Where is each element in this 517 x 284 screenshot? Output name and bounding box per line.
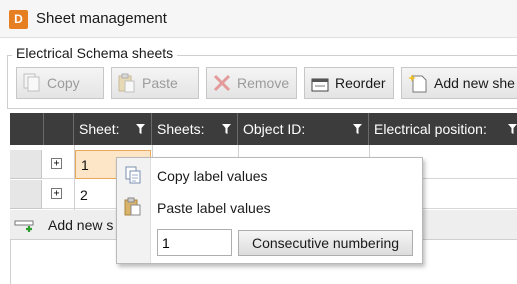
remove-label: Remove <box>237 75 290 91</box>
reorder-icon <box>311 78 329 92</box>
remove-button[interactable]: Remove <box>206 67 297 99</box>
add-new-sheet-button[interactable]: Add new she <box>401 67 517 99</box>
column-header-label: Electrical position: <box>374 121 487 137</box>
filter-icon[interactable] <box>353 124 362 134</box>
reorder-button[interactable]: Reorder <box>304 67 394 99</box>
add-new-sheet-label: Add new she <box>434 75 515 91</box>
window-title: Sheet management <box>36 10 167 27</box>
column-header-object-id[interactable]: Object ID: <box>238 113 369 145</box>
add-row-icon <box>14 220 34 232</box>
consecutive-numbering-button[interactable]: Consecutive numbering <box>238 230 413 256</box>
app-icon: D <box>9 10 28 29</box>
paste-label-values-item[interactable]: Paste label values <box>157 200 271 216</box>
paste-label: Paste <box>142 75 178 91</box>
copy-icon <box>125 166 141 184</box>
remove-icon <box>213 74 231 92</box>
start-number-input[interactable] <box>157 229 232 256</box>
paste-icon <box>118 73 135 93</box>
column-header-sheets[interactable]: Sheets: <box>152 113 238 145</box>
column-header-label: Sheets: <box>157 121 205 137</box>
group-label: Electrical Schema sheets <box>12 45 178 61</box>
copy-button[interactable]: Copy <box>16 67 104 99</box>
expand-icon[interactable]: + <box>51 158 62 169</box>
copy-icon <box>23 73 40 92</box>
grid-border <box>10 240 11 284</box>
row-selector[interactable] <box>10 150 42 179</box>
filter-icon[interactable] <box>136 124 145 134</box>
reorder-label: Reorder <box>335 75 386 91</box>
column-header-sheet[interactable]: Sheet: <box>74 113 152 145</box>
column-divider <box>74 145 75 210</box>
expand-icon[interactable]: + <box>51 188 62 199</box>
paste-icon <box>124 197 141 216</box>
paste-button[interactable]: Paste <box>111 67 199 99</box>
copy-label-values-item[interactable]: Copy label values <box>157 168 268 184</box>
new-sheet-icon <box>408 74 427 93</box>
column-header-electrical-position[interactable]: Electrical position: <box>369 113 517 145</box>
header-corner <box>10 113 44 145</box>
header-expander <box>44 113 74 145</box>
column-header-label: Object ID: <box>243 121 306 137</box>
add-new-label: Add new s <box>48 217 114 233</box>
column-header-label: Sheet: <box>79 121 120 137</box>
filter-icon[interactable] <box>222 124 231 134</box>
filter-icon[interactable] <box>508 124 517 134</box>
copy-label: Copy <box>47 75 80 91</box>
row-selector[interactable] <box>10 180 42 209</box>
